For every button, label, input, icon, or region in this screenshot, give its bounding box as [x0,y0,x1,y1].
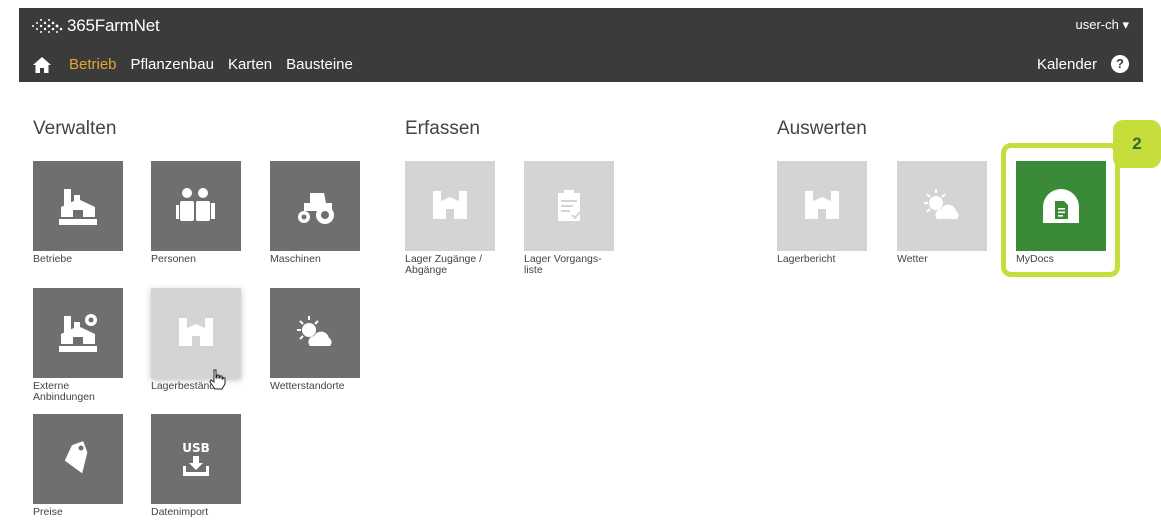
section-title-erfassen: Erfassen [405,118,480,139]
callout-badge: 2 [1113,120,1161,168]
user-name: user-ch [1075,17,1119,32]
tile-box[interactable] [270,288,360,378]
tile-externe-anbindungen[interactable]: Externe Anbindungen [33,288,123,403]
tile-box[interactable] [151,288,241,378]
tile-label: Preise [33,506,63,518]
tile-betriebe[interactable]: Betriebe [33,161,123,265]
tile-box[interactable] [777,161,867,251]
tile-datenimport[interactable]: USB Datenimport [151,414,241,518]
tile-label: Lager Zugänge / Abgänge [405,253,483,276]
tile-box[interactable] [897,161,987,251]
svg-text:USB: USB [182,441,210,455]
tile-label: Personen [151,253,196,265]
tile-lager-vorgangsliste[interactable]: Lager Vorgangs- liste [524,161,614,276]
user-menu[interactable]: user-ch ▾ [1076,17,1130,33]
section-title-auswerten: Auswerten [777,118,867,139]
highlight-frame [1001,143,1120,277]
nav-item-bausteine[interactable]: Bausteine [286,56,353,73]
weather-icon [297,316,332,346]
tile-label: Wetterstandorte [270,380,345,392]
tile-box[interactable] [33,288,123,378]
weather-icon [924,189,959,219]
tile-preise[interactable]: Preise [33,414,123,518]
usb-import-icon: USB [182,441,210,476]
tile-maschinen[interactable]: Maschinen [270,161,360,265]
hand-cursor-icon [209,369,226,390]
tile-label: Lagerbestände [151,380,222,392]
tile-label: Maschinen [270,253,321,265]
farm-icon [59,189,97,225]
tile-box[interactable] [524,161,614,251]
storage-icon [805,191,839,219]
farm-gear-icon [59,314,97,352]
tile-label: Lagerbericht [777,253,836,265]
tile-box[interactable]: USB [151,414,241,504]
storage-icon [179,318,213,346]
tile-wetterstandorte[interactable]: Wetterstandorte [270,288,360,392]
tile-label: Datenimport [151,506,209,518]
tile-box[interactable] [33,161,123,251]
right-nav: Kalender ? [1037,55,1129,73]
people-icon [176,188,215,221]
tile-lager-zugaenge[interactable]: Lager Zugänge / Abgänge [405,161,495,276]
tile-box[interactable] [33,414,123,504]
nav-item-pflanzenbau[interactable]: Pflanzenbau [131,56,214,73]
price-tag-icon [64,441,88,474]
section-title-verwalten: Verwalten [33,118,117,139]
tile-lagerbestaende[interactable]: Lagerbestände [151,288,241,392]
tile-label: Betriebe [33,253,73,265]
logo[interactable]: 365FarmNet [29,16,160,36]
tile-label: Wetter [897,253,928,265]
nav-item-betrieb[interactable]: Betrieb [69,56,117,73]
tile-box[interactable] [151,161,241,251]
tile-box[interactable] [405,161,495,251]
clipboard-list-icon [558,190,581,221]
logo-text: 365FarmNet [67,16,160,35]
top-navigation-bar: 365FarmNet user-ch ▾ Betrieb Pflanzenbau… [19,8,1143,82]
tile-label: Lager Vorgangs- liste [524,253,602,276]
help-icon[interactable]: ? [1111,55,1129,73]
nav-item-karten[interactable]: Karten [228,56,272,73]
calendar-link[interactable]: Kalender [1037,56,1097,73]
logo-mark-icon [32,19,63,33]
tractor-icon [298,193,334,224]
tile-personen[interactable]: Personen [151,161,241,265]
tile-box[interactable] [270,161,360,251]
storage-icon [433,191,467,219]
main-nav: Betrieb Pflanzenbau Karten Bausteine [33,56,367,73]
home-icon[interactable] [33,56,51,73]
tile-wetter[interactable]: Wetter [897,161,987,265]
tile-label: Externe Anbindungen [33,380,95,403]
tile-lagerbericht[interactable]: Lagerbericht [777,161,867,265]
